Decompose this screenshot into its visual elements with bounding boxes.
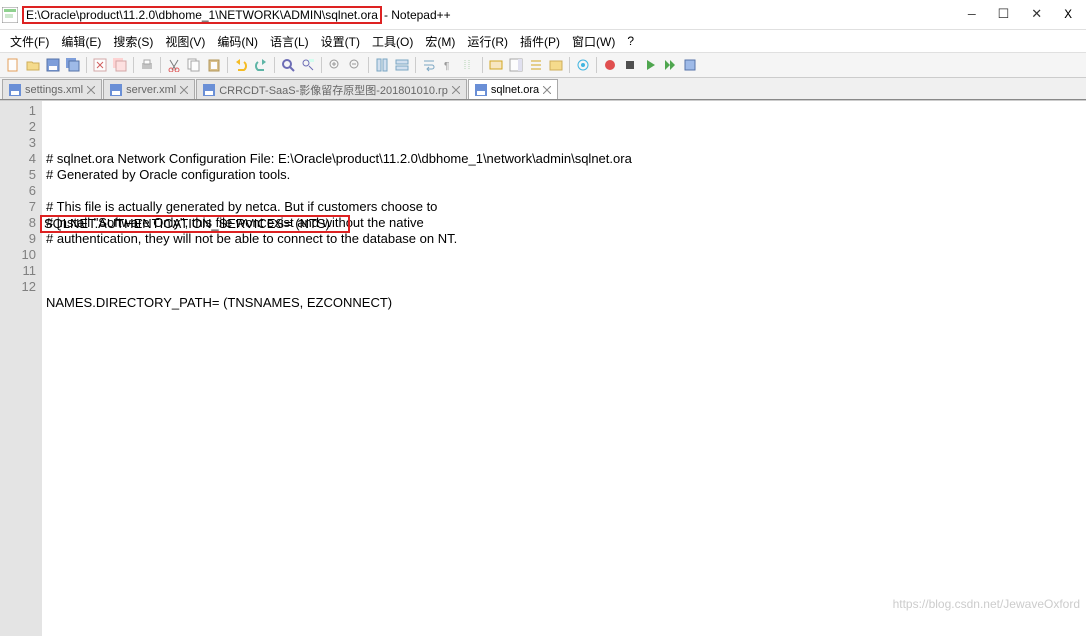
func-list-icon[interactable] <box>527 56 545 74</box>
tab-sqlnet-ora[interactable]: sqlnet.ora <box>468 79 558 99</box>
file-icon <box>475 84 487 96</box>
paste-icon[interactable] <box>205 56 223 74</box>
maximize-button[interactable]: ☐ <box>998 7 1010 22</box>
open-file-icon[interactable] <box>24 56 42 74</box>
stop-record-icon[interactable] <box>621 56 639 74</box>
new-file-icon[interactable] <box>4 56 22 74</box>
menu-view[interactable]: 视图(V) <box>159 31 211 52</box>
monitor-icon[interactable] <box>574 56 592 74</box>
menu-macro[interactable]: 宏(M) <box>419 31 461 52</box>
cut-icon[interactable] <box>165 56 183 74</box>
tab-settings-xml[interactable]: settings.xml <box>2 79 102 99</box>
close-tab-icon[interactable] <box>452 86 460 94</box>
undo-icon[interactable] <box>232 56 250 74</box>
title-app: - Notepad++ <box>384 8 451 22</box>
line-gutter: 123456789101112 <box>0 101 42 636</box>
record-icon[interactable] <box>601 56 619 74</box>
tab-bar: settings.xml server.xml CRRCDT-SaaS-影像留存… <box>0 78 1086 100</box>
title-bar: E:\Oracle\product\11.2.0\dbhome_1\NETWOR… <box>0 0 1086 30</box>
help-x: X <box>1064 7 1072 22</box>
menu-edit[interactable]: 编辑(E) <box>55 31 107 52</box>
tab-server-xml[interactable]: server.xml <box>103 79 195 99</box>
save-macro-icon[interactable] <box>681 56 699 74</box>
zoom-in-icon[interactable] <box>326 56 344 74</box>
menu-bar: 文件(F) 编辑(E) 搜索(S) 视图(V) 编码(N) 语言(L) 设置(T… <box>0 30 1086 52</box>
menu-encoding[interactable]: 编码(N) <box>211 31 264 52</box>
menu-tools[interactable]: 工具(O) <box>366 31 419 52</box>
close-tab-icon[interactable] <box>87 86 95 94</box>
copy-icon[interactable] <box>185 56 203 74</box>
sync-v-icon[interactable] <box>373 56 391 74</box>
menu-window[interactable]: 窗口(W) <box>566 31 621 52</box>
save-icon[interactable] <box>44 56 62 74</box>
close-button[interactable]: ✕ <box>1031 7 1042 22</box>
print-icon[interactable] <box>138 56 156 74</box>
watermark-text: https://blog.csdn.net/JewaveOxford <box>893 597 1080 611</box>
lang-toggle-icon[interactable] <box>487 56 505 74</box>
menu-plugins[interactable]: 插件(P) <box>514 31 566 52</box>
close-all-icon[interactable] <box>111 56 129 74</box>
toolbar: ¶ <box>0 52 1086 78</box>
redo-icon[interactable] <box>252 56 270 74</box>
close-file-icon[interactable] <box>91 56 109 74</box>
indent-guide-icon[interactable] <box>460 56 478 74</box>
file-icon <box>203 84 215 96</box>
doc-map-icon[interactable] <box>507 56 525 74</box>
zoom-out-icon[interactable] <box>346 56 364 74</box>
save-all-icon[interactable] <box>64 56 82 74</box>
menu-run[interactable]: 运行(R) <box>461 31 514 52</box>
wordwrap-icon[interactable] <box>420 56 438 74</box>
folder-workspace-icon[interactable] <box>547 56 565 74</box>
play-macro-icon[interactable] <box>641 56 659 74</box>
replace-icon[interactable] <box>299 56 317 74</box>
menu-help[interactable]: ? <box>621 32 640 50</box>
menu-language[interactable]: 语言(L) <box>264 31 315 52</box>
svg-text:¶: ¶ <box>444 61 449 72</box>
menu-settings[interactable]: 设置(T) <box>315 31 366 52</box>
file-icon <box>9 84 21 96</box>
editor-area[interactable]: 123456789101112 SQLNET.AUTHENTICATION_SE… <box>0 100 1086 636</box>
menu-search[interactable]: 搜索(S) <box>107 31 159 52</box>
app-icon <box>2 7 18 23</box>
code-pane[interactable]: SQLNET.AUTHENTICATION_SERVICES= (NTS) # … <box>42 101 1086 636</box>
file-icon <box>110 84 122 96</box>
close-tab-icon[interactable] <box>180 86 188 94</box>
close-tab-icon[interactable] <box>543 86 551 94</box>
menu-file[interactable]: 文件(F) <box>4 31 55 52</box>
find-icon[interactable] <box>279 56 297 74</box>
sync-h-icon[interactable] <box>393 56 411 74</box>
play-multi-icon[interactable] <box>661 56 679 74</box>
minimize-button[interactable]: — <box>968 7 976 22</box>
tab-crrcdt-rp[interactable]: CRRCDT-SaaS-影像留存原型图-201801010.rp <box>196 79 467 99</box>
title-path-highlight: E:\Oracle\product\11.2.0\dbhome_1\NETWOR… <box>22 6 382 24</box>
show-all-chars-icon[interactable]: ¶ <box>440 56 458 74</box>
